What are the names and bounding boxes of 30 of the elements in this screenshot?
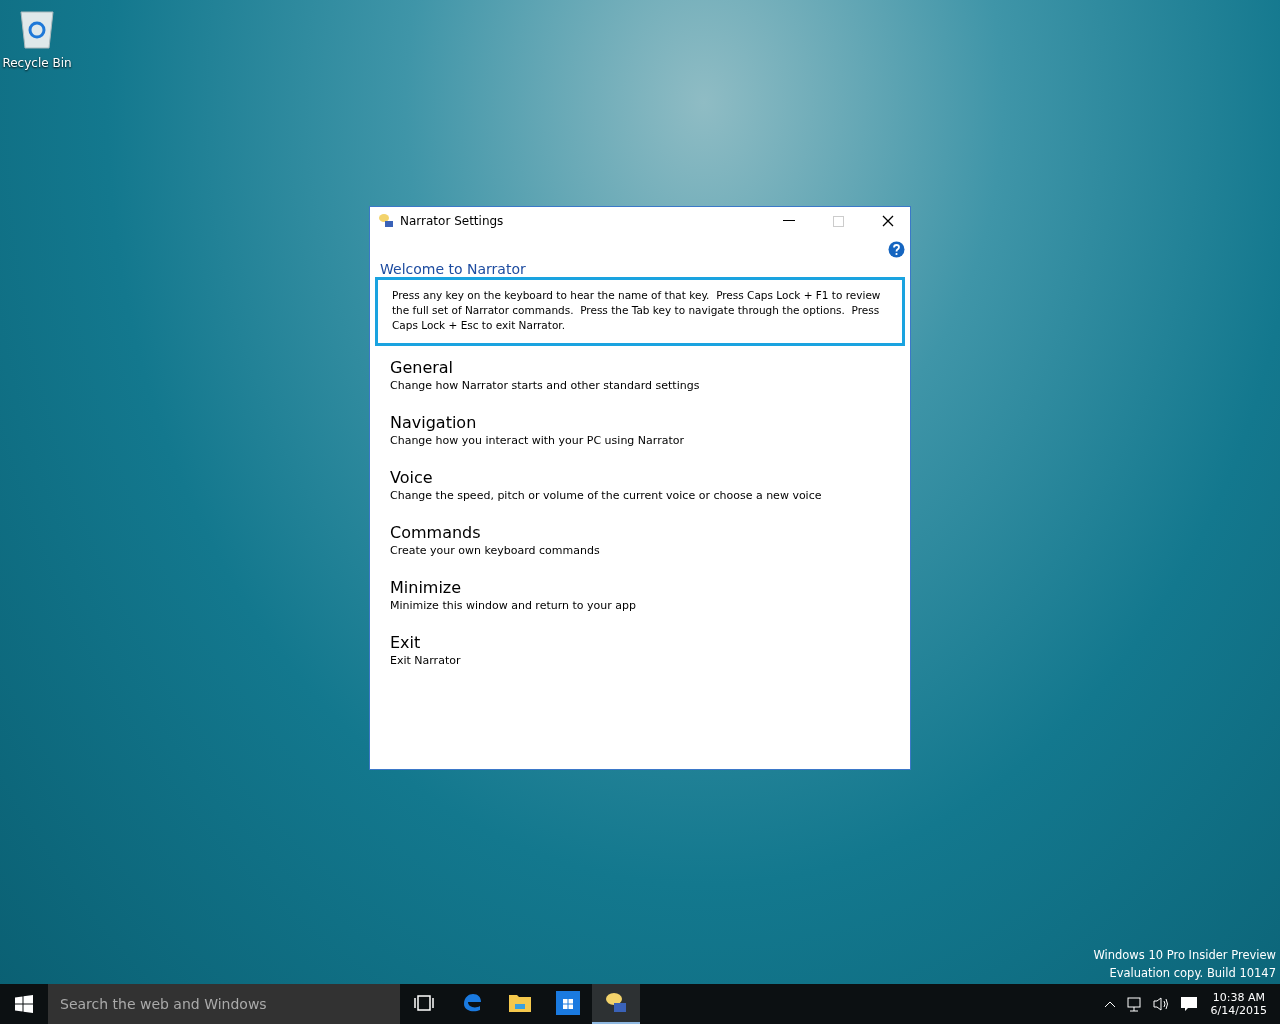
clock[interactable]: 10:38 AM 6/14/2015 (1202, 991, 1275, 1017)
speech-bubble-monitor-icon (604, 991, 628, 1015)
volume-icon[interactable] (1151, 996, 1170, 1012)
settings-option[interactable]: Navigation Change how you interact with your PC using Narrator (390, 413, 890, 447)
settings-option[interactable]: Exit Exit Narrator (390, 633, 890, 667)
build-info-text: Evaluation copy. Build 10147 (1109, 966, 1276, 980)
help-icon[interactable] (888, 241, 905, 258)
settings-option[interactable]: Minimize Minimize this window and return to your app (390, 578, 890, 612)
build-info-text: Windows 10 Pro Insider Preview (1093, 948, 1276, 962)
speech-bubble-monitor-icon (378, 213, 394, 229)
maximize-icon (833, 215, 844, 227)
search-field[interactable]: Search the web and Windows (48, 984, 400, 1024)
window-title: Narrator Settings (400, 214, 504, 228)
chevron-up-icon[interactable] (1103, 1000, 1116, 1008)
action-center-icon[interactable] (1179, 996, 1198, 1012)
task-view-icon (413, 994, 435, 1012)
welcome-heading: Welcome to Narrator (379, 261, 527, 277)
folder-icon (508, 992, 532, 1014)
store-bag-icon (556, 991, 580, 1015)
desktop-icon-label: Recycle Bin (2, 56, 72, 70)
settings-option[interactable]: Commands Create your own keyboard commands (390, 523, 890, 557)
taskbar-app-button[interactable] (592, 984, 640, 1024)
settings-option[interactable]: Voice Change the speed, pitch or volume of the current voice or choose a new voice (390, 468, 890, 502)
minimize-icon[interactable] (783, 220, 795, 222)
windows-logo-icon (15, 995, 33, 1013)
close-icon[interactable] (882, 215, 894, 227)
welcome-description: Press any key on the keyboard to hear the name of that key. Press Caps Lock + F1 to review the full set of Narrator commands. Press the Tab key to navigate through the options. Press Caps Lock + Esc to exit Narrator. (375, 277, 905, 346)
network-icon[interactable] (1125, 996, 1142, 1012)
settings-option[interactable]: General Change how Narrator starts and other standard settings (390, 358, 890, 392)
recycle-bin-icon[interactable] (17, 8, 57, 50)
